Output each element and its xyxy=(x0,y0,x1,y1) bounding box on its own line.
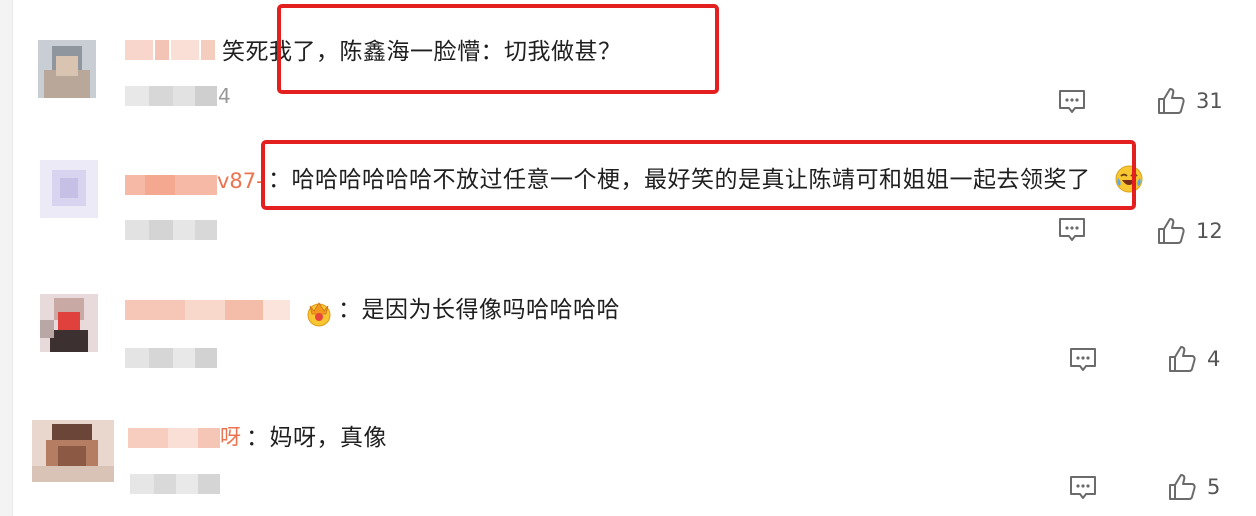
like-button[interactable]: 5 xyxy=(1167,472,1227,502)
like-button[interactable]: 12 xyxy=(1156,216,1226,246)
highlight-box xyxy=(261,140,1136,210)
comment-item: 呀 ：妈呀，真像 5 xyxy=(0,390,1256,516)
username-suffix[interactable]: 呀 xyxy=(220,425,241,449)
comment-item: ：是因为长得像吗哈哈哈哈 4 xyxy=(0,260,1256,390)
avatar[interactable] xyxy=(40,294,98,352)
timestamp-suffix: 4 xyxy=(218,84,231,108)
avatar[interactable] xyxy=(32,420,114,482)
thumbs-up-icon xyxy=(1158,88,1185,114)
comment-bubble-icon[interactable] xyxy=(1069,346,1097,374)
comment-item: v87- ：哈哈哈哈哈哈不放过任意一个梗，最好笑的是真让陈靖可和姐姐一起去领奖了… xyxy=(0,130,1256,260)
username-suffix[interactable]: v87- xyxy=(217,169,264,193)
thumbs-up-icon xyxy=(1169,474,1196,500)
avatar[interactable] xyxy=(38,40,96,98)
comment-text: ：是因为长得像吗哈哈哈哈 xyxy=(338,297,620,323)
timestamp-blurred xyxy=(125,348,217,368)
like-button[interactable]: 31 xyxy=(1156,86,1226,116)
like-count: 12 xyxy=(1196,219,1223,243)
username-blurred[interactable] xyxy=(125,175,217,195)
like-button[interactable]: 4 xyxy=(1167,344,1227,374)
like-count: 5 xyxy=(1207,475,1221,499)
comment-bubble-icon[interactable] xyxy=(1069,474,1097,502)
timestamp-blurred xyxy=(125,86,217,106)
like-count: 31 xyxy=(1196,89,1223,113)
username-blurred[interactable] xyxy=(125,40,215,60)
crown-badge-emoji-icon xyxy=(307,302,331,327)
thumbs-up-icon xyxy=(1158,218,1185,244)
username-blurred[interactable] xyxy=(128,428,220,448)
comment-bubble-icon[interactable] xyxy=(1058,88,1086,116)
username-blurred[interactable] xyxy=(125,300,290,320)
highlight-box xyxy=(277,4,719,94)
timestamp-blurred xyxy=(130,474,220,494)
thumbs-up-icon xyxy=(1169,346,1196,372)
timestamp-blurred xyxy=(125,220,217,240)
comment-bubble-icon[interactable] xyxy=(1058,216,1086,244)
comment-text: ：妈呀，真像 xyxy=(246,425,387,451)
avatar[interactable] xyxy=(40,160,98,218)
comment-item: 4 笑死我了，陈鑫海一脸懵：切我做甚？ 31 xyxy=(0,0,1256,130)
like-count: 4 xyxy=(1207,347,1221,371)
